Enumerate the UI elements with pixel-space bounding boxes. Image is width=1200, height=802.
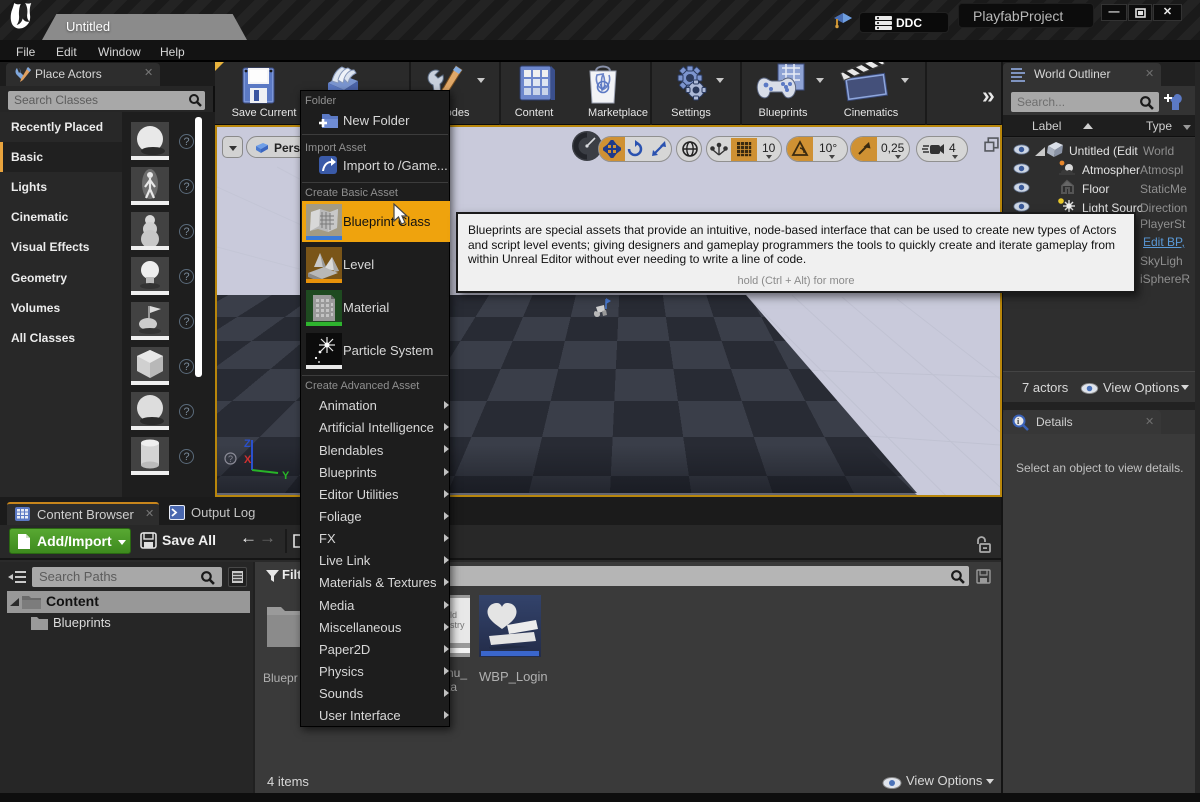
svg-text:X: X: [244, 454, 252, 466]
svg-text:Y: Y: [282, 470, 290, 482]
svg-text:?: ?: [228, 454, 233, 464]
svg-text:Z: Z: [244, 438, 251, 450]
